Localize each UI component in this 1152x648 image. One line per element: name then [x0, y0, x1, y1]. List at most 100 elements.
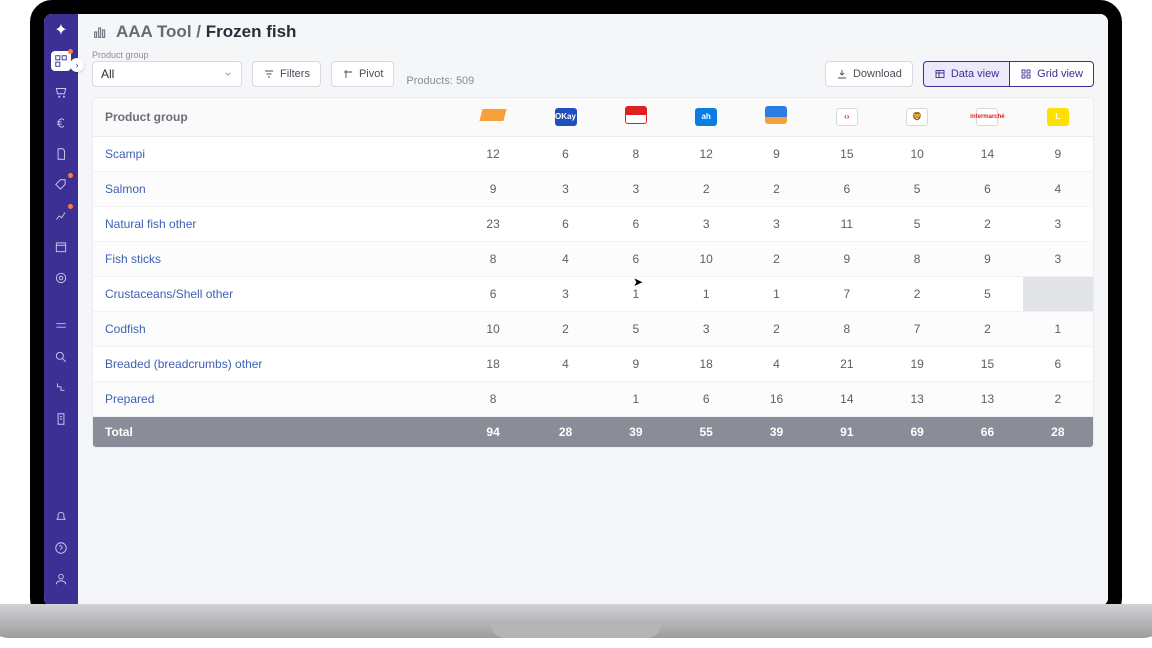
cell-value[interactable]: 7 [812, 276, 882, 311]
filters-button[interactable]: Filters [252, 61, 321, 87]
cell-value[interactable]: 1 [671, 276, 741, 311]
cell-value[interactable]: 1 [601, 381, 671, 416]
cell-value[interactable]: 10 [456, 311, 530, 346]
row-label[interactable]: Crustaceans/Shell other [93, 276, 456, 311]
cell-value[interactable]: 3 [1023, 241, 1093, 276]
product-group-select[interactable]: All [92, 61, 242, 87]
cell-value[interactable]: 9 [601, 346, 671, 381]
data-view-button[interactable]: Data view [923, 61, 1009, 87]
column-header-brand[interactable]: ‹› [812, 98, 882, 136]
cell-value[interactable]: 4 [741, 346, 811, 381]
cell-value[interactable]: 14 [812, 381, 882, 416]
cell-value[interactable]: 15 [952, 346, 1022, 381]
cell-value[interactable]: 15 [812, 136, 882, 171]
cell-value[interactable]: 9 [952, 241, 1022, 276]
cell-value[interactable]: 4 [1023, 171, 1093, 206]
cell-value[interactable]: 12 [671, 136, 741, 171]
cell-value[interactable]: 6 [812, 171, 882, 206]
cell-value[interactable]: 4 [530, 241, 600, 276]
row-label[interactable]: Natural fish other [93, 206, 456, 241]
cell-value[interactable]: 18 [671, 346, 741, 381]
cell-value[interactable]: 9 [741, 136, 811, 171]
cell-value[interactable]: 10 [882, 136, 952, 171]
cell-value[interactable]: 14 [952, 136, 1022, 171]
sidebar-item-document[interactable] [51, 144, 71, 164]
sidebar-item-currency[interactable] [51, 113, 71, 133]
grid-view-button[interactable]: Grid view [1009, 61, 1094, 87]
sidebar-item-help[interactable] [51, 538, 71, 558]
download-button[interactable]: Download [825, 61, 913, 87]
cell-value[interactable]: 3 [530, 276, 600, 311]
cell-value[interactable]: 6 [530, 136, 600, 171]
cell-value[interactable]: 6 [952, 171, 1022, 206]
cell-value[interactable]: 3 [601, 171, 671, 206]
cell-value[interactable]: 8 [456, 241, 530, 276]
cell-value[interactable]: 9 [1023, 136, 1093, 171]
cell-value[interactable]: 3 [671, 206, 741, 241]
cell-value[interactable]: 5 [952, 276, 1022, 311]
cell-value[interactable]: 4 [530, 346, 600, 381]
row-label[interactable]: Codfish [93, 311, 456, 346]
column-header-brand[interactable]: intermarché [952, 98, 1022, 136]
cell-value[interactable]: 8 [812, 311, 882, 346]
cell-value[interactable]: 19 [882, 346, 952, 381]
cell-value[interactable]: 5 [601, 311, 671, 346]
cell-value[interactable]: 3 [530, 171, 600, 206]
cell-value[interactable]: 6 [1023, 346, 1093, 381]
cell-value[interactable]: 6 [456, 276, 530, 311]
cell-value[interactable]: 2 [882, 276, 952, 311]
pivot-button[interactable]: Pivot [331, 61, 394, 87]
cell-value[interactable]: 6 [601, 206, 671, 241]
sidebar-item-tree[interactable] [51, 378, 71, 398]
cell-value[interactable]: 2 [741, 171, 811, 206]
cell-value[interactable]: 2 [952, 311, 1022, 346]
column-header-brand[interactable] [456, 98, 530, 136]
cell-value[interactable]: 16 [741, 381, 811, 416]
row-label[interactable]: Breaded (breadcrumbs) other [93, 346, 456, 381]
cell-value[interactable]: 6 [530, 206, 600, 241]
cell-value[interactable]: 9 [812, 241, 882, 276]
column-header-brand[interactable] [741, 98, 811, 136]
column-header-brand[interactable] [601, 98, 671, 136]
cell-value[interactable]: 1 [741, 276, 811, 311]
cell-value[interactable]: 6 [601, 241, 671, 276]
sidebar-item-report[interactable] [51, 409, 71, 429]
column-header-brand[interactable]: 🦁 [882, 98, 952, 136]
sidebar-item-detail[interactable] [51, 347, 71, 367]
cell-value[interactable]: 13 [952, 381, 1022, 416]
cell-value[interactable]: 2 [671, 171, 741, 206]
cell-value[interactable]: 2 [952, 206, 1022, 241]
cell-value[interactable]: 8 [456, 381, 530, 416]
cell-value[interactable]: 12 [456, 136, 530, 171]
cell-value[interactable]: 7 [882, 311, 952, 346]
row-label[interactable]: Scampi [93, 136, 456, 171]
breadcrumb-parent[interactable]: AAA Tool [116, 22, 192, 41]
sidebar-item-notifications[interactable] [51, 507, 71, 527]
cell-value[interactable]: 13 [882, 381, 952, 416]
cell-value[interactable]: 5 [882, 206, 952, 241]
sidebar-item-cart[interactable] [51, 82, 71, 102]
cell-value[interactable]: 10 [671, 241, 741, 276]
cell-value[interactable]: 3 [671, 311, 741, 346]
cell-value[interactable]: 2 [741, 311, 811, 346]
cell-value[interactable]: 8 [601, 136, 671, 171]
cell-value[interactable]: 9 [456, 171, 530, 206]
column-header-brand[interactable]: ah [671, 98, 741, 136]
row-label[interactable]: Fish sticks [93, 241, 456, 276]
sidebar-item-target[interactable] [51, 268, 71, 288]
cell-value[interactable]: 6 [671, 381, 741, 416]
column-header-brand[interactable]: L [1023, 98, 1093, 136]
cell-value[interactable]: 5 [882, 171, 952, 206]
cell-value[interactable]: 8 [882, 241, 952, 276]
sidebar-item-dashboard[interactable] [51, 51, 71, 71]
cell-value[interactable]: 1 [1023, 311, 1093, 346]
column-header-brand[interactable]: OKay [530, 98, 600, 136]
cell-value[interactable]: 11 [812, 206, 882, 241]
cell-value[interactable]: 18 [456, 346, 530, 381]
row-label[interactable]: Salmon [93, 171, 456, 206]
column-header-product-group[interactable]: Product group [93, 98, 456, 136]
cell-value[interactable]: 3 [1023, 206, 1093, 241]
sidebar-item-tag[interactable] [51, 175, 71, 195]
sidebar-item-analytics[interactable] [51, 206, 71, 226]
cell-value[interactable]: 3 [741, 206, 811, 241]
